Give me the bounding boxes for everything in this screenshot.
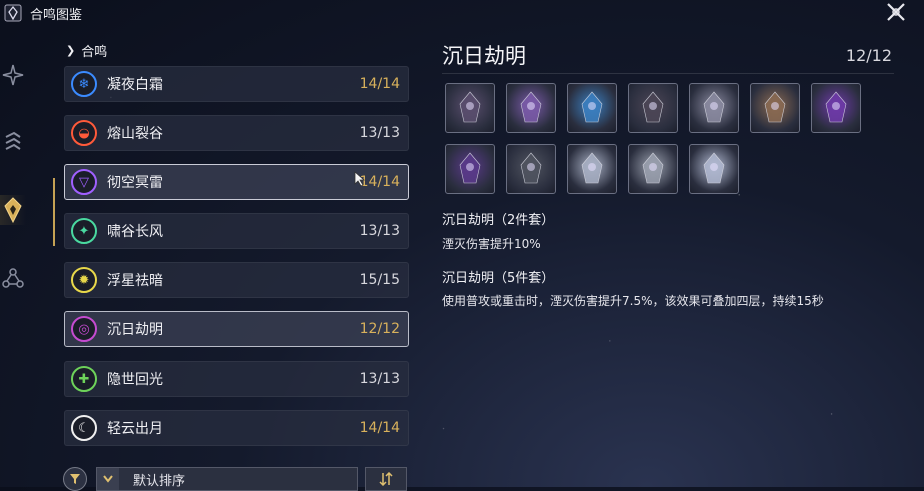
list-item[interactable]: ✦ 啸谷长风 13/13 bbox=[64, 213, 409, 249]
item-name: 凝夜白霜 bbox=[107, 77, 163, 93]
healing-cross-icon: ✚ bbox=[71, 366, 97, 392]
sort-order-button[interactable] bbox=[365, 467, 407, 491]
sort-order-icon bbox=[379, 472, 393, 486]
havoc-swirl-icon: ◎ bbox=[71, 316, 97, 342]
chevron-right-icon: ❯ bbox=[66, 43, 76, 57]
electro-bolt-icon: ▽ bbox=[71, 169, 97, 195]
item-name: 沉日劫明 bbox=[107, 322, 163, 338]
rail-tab-network[interactable] bbox=[0, 264, 26, 294]
rail-tab-sonata[interactable] bbox=[0, 195, 26, 225]
window-title: 合鸣图鉴 bbox=[30, 7, 83, 23]
frost-snowflake-icon: ❄ bbox=[71, 71, 97, 97]
close-button[interactable] bbox=[882, 0, 910, 24]
list-item-selected[interactable]: ◎ 沉日劫明 12/12 bbox=[64, 311, 409, 347]
echo-shadow-gear-icon[interactable] bbox=[628, 83, 678, 133]
item-count: 13/13 bbox=[359, 223, 400, 239]
list-header[interactable]: ❯ 合鸣 bbox=[66, 41, 108, 60]
item-count: 14/14 bbox=[359, 420, 400, 436]
sort-select-label: 默认排序 bbox=[133, 473, 186, 489]
network-nodes-icon bbox=[2, 268, 24, 288]
star-compass-icon bbox=[2, 64, 24, 86]
echo-void-flower-icon[interactable] bbox=[445, 144, 495, 194]
list-item[interactable]: ◒ 熔山裂谷 13/13 bbox=[64, 115, 409, 151]
sort-select[interactable]: 默认排序 bbox=[96, 467, 358, 491]
rail-tab-star[interactable] bbox=[0, 60, 26, 90]
list-item[interactable]: ✚ 隐世回光 13/13 bbox=[64, 361, 409, 397]
item-name: 熔山裂谷 bbox=[107, 126, 163, 142]
list-item[interactable]: ❄ 凝夜白霜 14/14 bbox=[64, 66, 409, 102]
list-item[interactable]: ☾ 轻云出月 14/14 bbox=[64, 410, 409, 446]
echo-frost-spike-icon[interactable] bbox=[689, 144, 739, 194]
filter-button[interactable] bbox=[63, 467, 87, 491]
echo-dark-warrior-icon[interactable] bbox=[445, 83, 495, 133]
detail-count: 12/12 bbox=[845, 46, 892, 65]
echo-grey-wolf-icon[interactable] bbox=[506, 144, 556, 194]
echo-white-knight-icon[interactable] bbox=[689, 83, 739, 133]
rail-tab-layers[interactable] bbox=[0, 128, 26, 158]
set-2pc-name: 沉日劫明（2件套） bbox=[442, 213, 555, 228]
list-item[interactable]: ✹ 浮星祛暗 15/15 bbox=[64, 262, 409, 298]
item-count: 15/15 bbox=[359, 272, 400, 288]
echo-brown-mask-icon[interactable] bbox=[750, 83, 800, 133]
moon-cloud-icon: ☾ bbox=[71, 415, 97, 441]
item-count: 13/13 bbox=[359, 125, 400, 141]
fusion-flame-icon: ◒ bbox=[71, 120, 97, 146]
title-bar: 合鸣图鉴 bbox=[0, 0, 82, 26]
sonata-diamond-icon bbox=[4, 197, 22, 224]
item-count: 13/13 bbox=[359, 371, 400, 387]
item-count: 12/12 bbox=[359, 321, 400, 337]
echo-crystal-beast-icon[interactable] bbox=[567, 83, 617, 133]
echo-violet-orb-icon[interactable] bbox=[811, 83, 861, 133]
layers-icon bbox=[5, 131, 21, 150]
set-2pc-desc: 湮灭伤害提升10% bbox=[442, 237, 541, 251]
set-5pc-desc: 使用普攻或重击时，湮灭伤害提升7.5%，该效果可叠加四层，持续15秒 bbox=[442, 294, 824, 308]
mouse-cursor-icon bbox=[354, 171, 366, 187]
echo-ice-dragon-icon[interactable] bbox=[567, 144, 617, 194]
item-name: 啸谷长风 bbox=[107, 224, 163, 240]
echo-snow-ball-icon[interactable] bbox=[628, 144, 678, 194]
item-name: 浮星祛暗 bbox=[107, 273, 163, 289]
item-name: 轻云出月 bbox=[107, 421, 163, 437]
close-icon bbox=[887, 3, 905, 21]
codex-logo-icon bbox=[4, 4, 22, 22]
item-name: 隐世回光 bbox=[107, 372, 163, 388]
set-5pc-name: 沉日劫明（5件套） bbox=[442, 271, 555, 286]
detail-title: 沉日劫明 bbox=[442, 44, 526, 68]
item-count: 14/14 bbox=[359, 76, 400, 92]
list-scroll-indicator bbox=[53, 178, 55, 246]
list-header-label: 合鸣 bbox=[81, 44, 108, 60]
item-name: 彻空冥雷 bbox=[107, 175, 163, 191]
aero-wind-icon: ✦ bbox=[71, 218, 97, 244]
filter-funnel-icon bbox=[70, 474, 80, 484]
detail-divider bbox=[442, 73, 894, 74]
spectro-star-icon: ✹ bbox=[71, 267, 97, 293]
echo-purple-spirit-icon[interactable] bbox=[506, 83, 556, 133]
